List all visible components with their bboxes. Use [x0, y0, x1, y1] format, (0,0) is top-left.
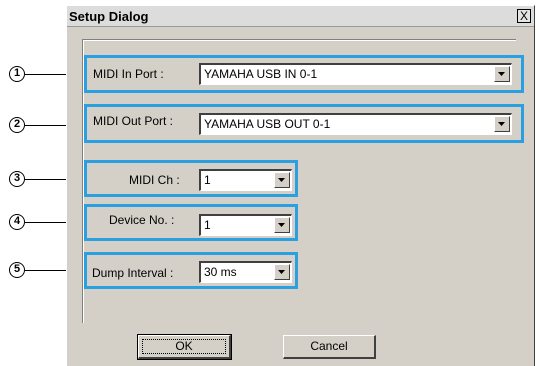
title-bar[interactable]: Setup Dialog X [67, 6, 534, 27]
midi-ch-row: MIDI Ch : 1 [84, 160, 298, 197]
callout-5: 5 [9, 262, 25, 278]
dump-interval-label: Dump Interval : [92, 266, 174, 280]
chevron-down-icon [498, 122, 505, 126]
dialog-title: Setup Dialog [69, 9, 149, 24]
midi-out-port-label: MIDI Out Port : [93, 114, 174, 128]
callout-3: 3 [9, 171, 25, 187]
midi-in-port-row: MIDI In Port : YAMAHA USB IN 0-1 [84, 55, 524, 93]
callout-4: 4 [9, 214, 25, 230]
device-no-label: Device No. : [109, 213, 175, 227]
chevron-down-icon [278, 178, 285, 182]
cancel-button[interactable]: Cancel [283, 335, 376, 359]
cancel-button-label: Cancel [310, 339, 348, 353]
midi-in-port-dropdown-button[interactable] [494, 66, 510, 82]
callout-2: 2 [9, 117, 25, 133]
ok-button-focus-ring [142, 339, 226, 354]
midi-out-port-value: YAMAHA USB OUT 0-1 [204, 117, 331, 131]
close-button[interactable]: X [517, 9, 531, 23]
midi-ch-select[interactable]: 1 [199, 169, 292, 191]
midi-out-port-row: MIDI Out Port : YAMAHA USB OUT 0-1 [84, 104, 524, 143]
dump-interval-row: Dump Interval : 30 ms [84, 252, 298, 289]
midi-in-port-select[interactable]: YAMAHA USB IN 0-1 [199, 63, 512, 85]
midi-ch-value: 1 [204, 173, 211, 187]
ok-button[interactable]: OK [137, 334, 232, 360]
midi-ch-dropdown-button[interactable] [274, 172, 290, 188]
chevron-down-icon [278, 223, 285, 227]
device-no-value: 1 [204, 218, 211, 232]
midi-ch-label: MIDI Ch : [129, 173, 180, 187]
device-no-row: Device No. : 1 [84, 204, 298, 241]
dump-interval-select[interactable]: 30 ms [199, 261, 292, 283]
callout-1: 1 [9, 66, 25, 82]
chevron-down-icon [498, 72, 505, 76]
device-no-select[interactable]: 1 [199, 214, 292, 236]
close-icon: X [519, 9, 528, 23]
midi-in-port-value: YAMAHA USB IN 0-1 [204, 67, 318, 81]
dump-interval-value: 30 ms [204, 265, 237, 279]
dump-interval-dropdown-button[interactable] [274, 264, 290, 280]
chevron-down-icon [278, 270, 285, 274]
midi-in-port-label: MIDI In Port : [93, 67, 164, 81]
midi-out-port-select[interactable]: YAMAHA USB OUT 0-1 [199, 113, 512, 135]
device-no-dropdown-button[interactable] [274, 217, 290, 233]
midi-out-port-dropdown-button[interactable] [494, 116, 510, 132]
